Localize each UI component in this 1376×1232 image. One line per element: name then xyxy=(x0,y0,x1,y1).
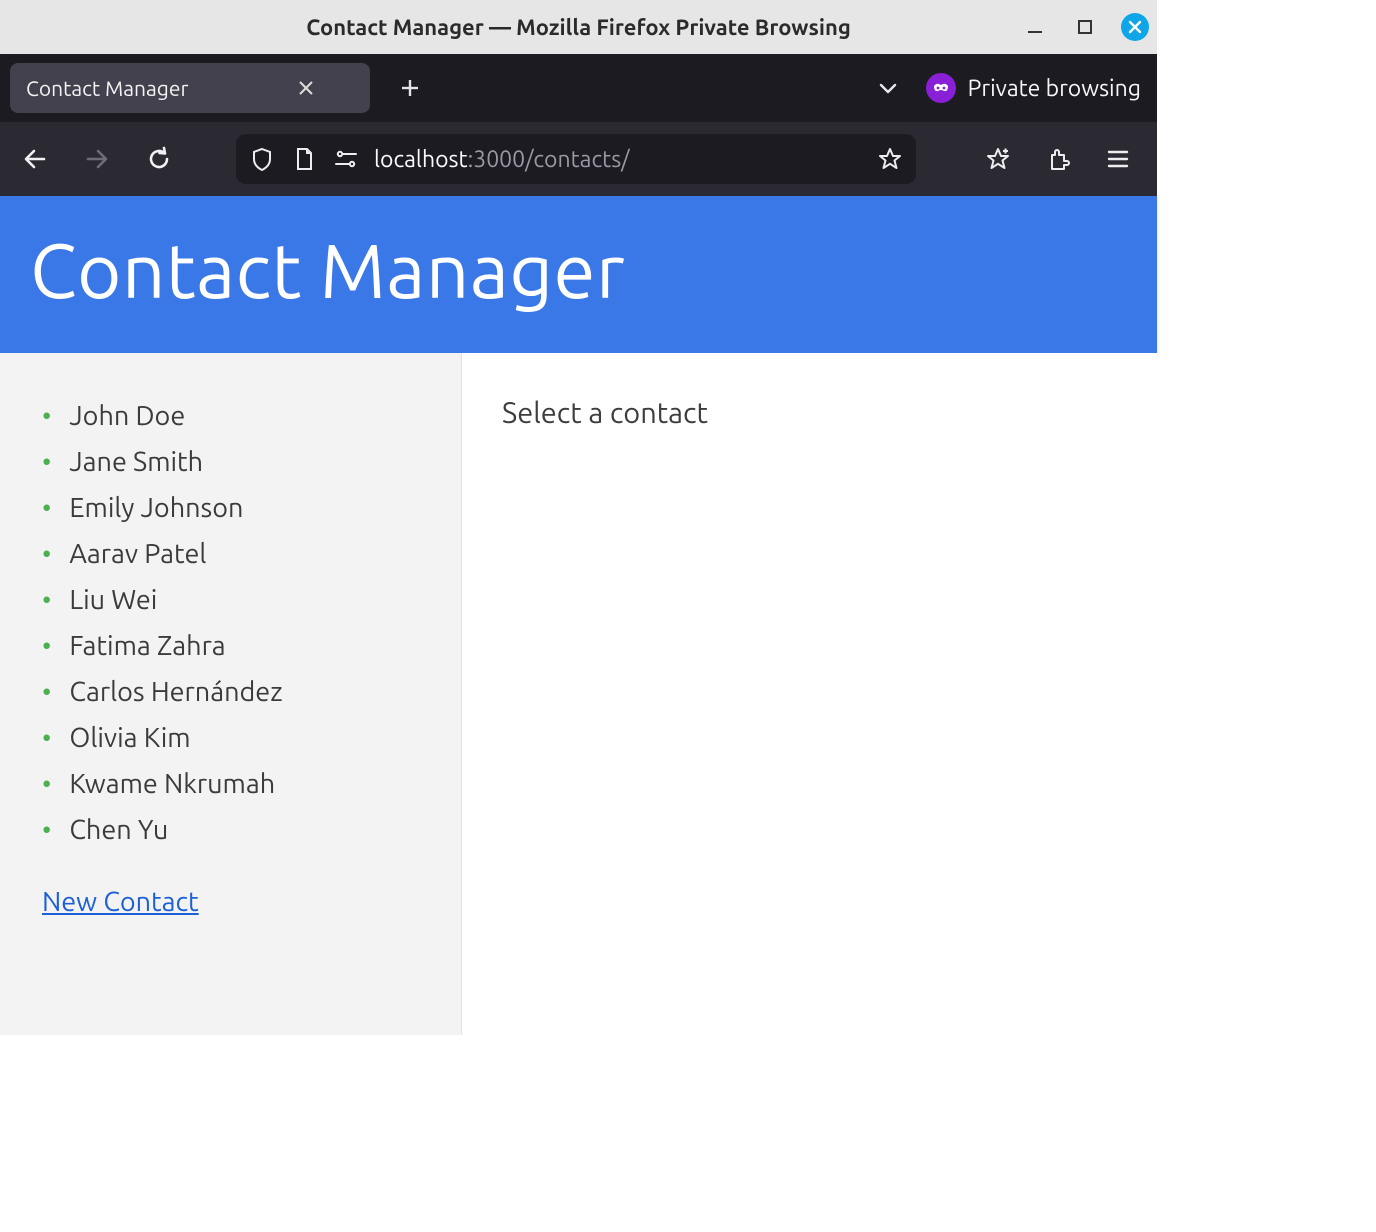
window-title: Contact Manager — Mozilla Firefox Privat… xyxy=(306,15,851,40)
url-bar[interactable]: localhost:3000/contacts/ xyxy=(236,134,916,184)
window-titlebar: Contact Manager — Mozilla Firefox Privat… xyxy=(0,0,1157,54)
private-mask-icon xyxy=(926,73,956,103)
contact-link[interactable]: Liu Wei xyxy=(69,585,157,615)
tab-close-icon[interactable] xyxy=(298,80,314,96)
bullet-icon: • xyxy=(42,403,51,429)
bullet-icon: • xyxy=(42,495,51,521)
page-info-icon[interactable] xyxy=(290,145,318,173)
contact-list-item[interactable]: • Aarav Patel xyxy=(42,531,423,577)
bookmarks-library-icon[interactable] xyxy=(977,138,1019,180)
contact-list-item[interactable]: • Emily Johnson xyxy=(42,485,423,531)
contact-list-item[interactable]: • Chen Yu xyxy=(42,807,423,853)
toolbar-right xyxy=(977,138,1143,180)
contact-list-item[interactable]: • Kwame Nkrumah xyxy=(42,761,423,807)
bullet-icon: • xyxy=(42,771,51,797)
contact-list-item[interactable]: • Jane Smith xyxy=(42,439,423,485)
contact-list-item[interactable]: • John Doe xyxy=(42,393,423,439)
url-path: :3000/contacts/ xyxy=(468,147,630,172)
forward-button[interactable] xyxy=(76,138,118,180)
contact-link[interactable]: Chen Yu xyxy=(69,815,168,845)
back-button[interactable] xyxy=(14,138,56,180)
contact-link[interactable]: Kwame Nkrumah xyxy=(69,769,275,799)
url-host: localhost xyxy=(374,147,468,172)
bullet-icon: • xyxy=(42,633,51,659)
navigation-toolbar: localhost:3000/contacts/ xyxy=(0,122,1157,196)
contact-list-item[interactable]: • Carlos Hernández xyxy=(42,669,423,715)
extensions-icon[interactable] xyxy=(1037,138,1079,180)
shield-icon[interactable] xyxy=(248,145,276,173)
new-tab-button[interactable] xyxy=(388,66,432,110)
window-controls xyxy=(1021,0,1149,54)
window-minimize-button[interactable] xyxy=(1021,13,1049,41)
private-browsing-indicator: Private browsing xyxy=(926,73,1147,103)
contact-link[interactable]: Carlos Hernández xyxy=(69,677,282,707)
window-close-button[interactable] xyxy=(1121,13,1149,41)
tab-strip: Contact Manager Private browsing xyxy=(0,54,1157,122)
contact-link[interactable]: Aarav Patel xyxy=(69,539,206,569)
private-label: Private browsing xyxy=(968,76,1141,101)
page-content: Contact Manager • John Doe • Jane Smith • Emi… xyxy=(0,196,1157,1035)
contact-link[interactable]: Fatima Zahra xyxy=(69,631,225,661)
bullet-icon: • xyxy=(42,679,51,705)
app-header: Contact Manager xyxy=(0,196,1157,353)
url-text[interactable]: localhost:3000/contacts/ xyxy=(374,147,862,172)
reload-button[interactable] xyxy=(138,138,180,180)
app-title: Contact Manager xyxy=(30,228,625,313)
tabs-dropdown-button[interactable] xyxy=(868,68,908,108)
contact-list: • John Doe • Jane Smith • Emily Johnson • Aarav… xyxy=(42,393,423,853)
tab-title: Contact Manager xyxy=(26,76,188,100)
window-maximize-button[interactable] xyxy=(1071,13,1099,41)
browser-tab[interactable]: Contact Manager xyxy=(10,63,370,113)
contact-link[interactable]: Jane Smith xyxy=(69,447,203,477)
contact-list-item[interactable]: • Fatima Zahra xyxy=(42,623,423,669)
bookmark-star-icon[interactable] xyxy=(876,145,904,173)
app-menu-icon[interactable] xyxy=(1097,138,1139,180)
new-contact-link[interactable]: New Contact xyxy=(42,887,199,917)
contact-link[interactable]: Olivia Kim xyxy=(69,723,190,753)
bullet-icon: • xyxy=(42,449,51,475)
contact-list-item[interactable]: • Liu Wei xyxy=(42,577,423,623)
contact-detail-pane: Select a contact xyxy=(462,353,1157,1035)
contact-link[interactable]: Emily Johnson xyxy=(69,493,243,523)
bullet-icon: • xyxy=(42,817,51,843)
contact-link[interactable]: John Doe xyxy=(69,401,185,431)
bullet-icon: • xyxy=(42,587,51,613)
contact-sidebar: • John Doe • Jane Smith • Emily Johnson • Aarav… xyxy=(0,353,462,1035)
contact-list-item[interactable]: • Olivia Kim xyxy=(42,715,423,761)
app-body: • John Doe • Jane Smith • Emily Johnson • Aarav… xyxy=(0,353,1157,1035)
bullet-icon: • xyxy=(42,725,51,751)
detail-placeholder: Select a contact xyxy=(502,397,1117,429)
bullet-icon: • xyxy=(42,541,51,567)
permissions-icon[interactable] xyxy=(332,145,360,173)
